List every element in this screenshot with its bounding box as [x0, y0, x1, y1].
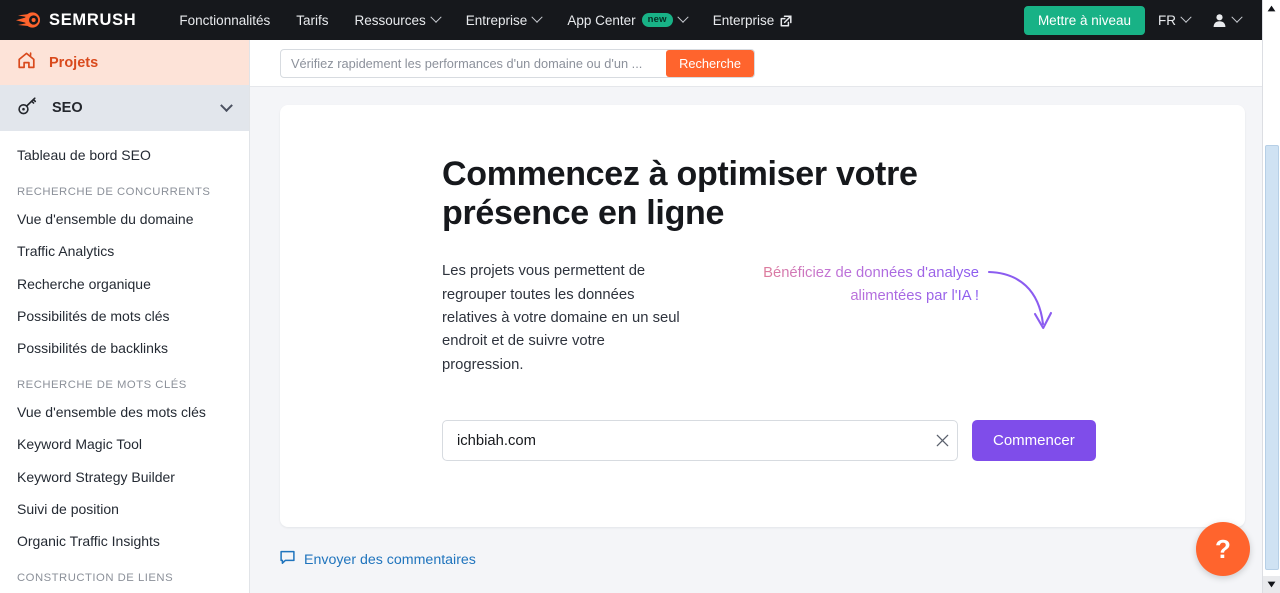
intro-description: Les projets vous permettent de regrouper…	[442, 263, 680, 373]
nav-label: Entreprise	[465, 12, 528, 28]
start-button[interactable]: Commencer	[972, 420, 1096, 462]
vertical-scrollbar[interactable]	[1262, 0, 1280, 593]
sidebar-group-recherche-de-concurrents: RECHERCHE DE CONCURRENTS	[17, 186, 211, 199]
quick-search-bar: Recherche	[250, 40, 1262, 87]
sidebar-item-possibilites-de-mots-cles[interactable]: Possibilités de mots clés	[0, 300, 249, 332]
curved-arrow-icon	[987, 262, 1061, 345]
nav-item-enterprise[interactable]: Enterprise	[700, 0, 806, 40]
intro-columns: Les projets vous permettent de regrouper…	[442, 260, 1122, 377]
sidebar-item-vue-d-ensemble-des-mots-cles[interactable]: Vue d'ensemble des mots clés	[0, 396, 249, 428]
chevron-down-icon	[1180, 11, 1192, 23]
app-root: SEMRUSH Fonctionnalités Tarifs Ressource…	[0, 0, 1280, 593]
nav-item-entreprise[interactable]: Entreprise	[453, 0, 555, 40]
sidebar-item-analyse-de-backlinks[interactable]: Analyse de backlinks	[0, 589, 249, 593]
search-button[interactable]: Recherche	[666, 49, 754, 77]
upgrade-button[interactable]: Mettre à niveau	[1023, 5, 1145, 35]
key-icon	[17, 96, 39, 120]
chevron-down-icon	[430, 11, 442, 23]
sidebar-section-seo[interactable]: SEO	[0, 85, 249, 131]
onboarding-card: Commencez à optimiser votre présence en …	[280, 105, 1245, 527]
sidebar-seo-label: SEO	[52, 100, 83, 116]
semrush-comet-icon	[16, 11, 42, 29]
logo-wordmark: SEMRUSH	[49, 10, 137, 29]
sidebar-item-tableau-de-bord-seo[interactable]: Tableau de bord SEO	[0, 139, 249, 171]
clear-icon[interactable]	[927, 421, 957, 460]
language-selector[interactable]: FR	[1149, 0, 1199, 40]
help-button[interactable]: ?	[1196, 522, 1250, 576]
semrush-logo[interactable]: SEMRUSH	[16, 11, 136, 30]
nav-item-tarifs[interactable]: Tarifs	[283, 0, 341, 40]
sidebar-item-projets[interactable]: Projets	[0, 40, 249, 85]
nav-item-ressources[interactable]: Ressources	[342, 0, 453, 40]
nav-item-app-center[interactable]: App Center new	[554, 0, 699, 40]
top-header: SEMRUSH Fonctionnalités Tarifs Ressource…	[0, 0, 1262, 40]
ai-callout-block: Bénéficiez de données d'analyse alimenté…	[709, 260, 1053, 377]
chevron-down-icon	[531, 11, 543, 23]
scrollbar-thumb[interactable]	[1265, 145, 1279, 570]
nav-label: Tarifs	[296, 12, 329, 28]
header-right-cluster: Mettre à niveau FR	[1023, 0, 1262, 40]
domain-input-box[interactable]	[442, 420, 958, 462]
scroll-down-arrow-icon[interactable]	[1263, 576, 1280, 593]
comment-bubble-icon	[280, 550, 295, 569]
sidebar-item-recherche-organique[interactable]: Recherche organique	[0, 268, 249, 300]
external-link-icon	[780, 15, 792, 27]
sidebar-item-vue-d-ensemble-du-domaine[interactable]: Vue d'ensemble du domaine	[0, 203, 249, 235]
sidebar-item-traffic-analytics[interactable]: Traffic Analytics	[0, 235, 249, 267]
new-badge: new	[641, 13, 673, 27]
sidebar-group-recherche-de-mots-cles: RECHERCHE DE MOTS CLÉS	[17, 379, 187, 392]
sidebar-item-suivi-de-position[interactable]: Suivi de position	[0, 493, 249, 525]
sidebar-item-keyword-strategy-builder[interactable]: Keyword Strategy Builder	[0, 461, 249, 493]
sidebar-item-organic-traffic-insights[interactable]: Organic Traffic Insights	[0, 525, 249, 557]
send-feedback-link[interactable]: Envoyer des commentaires	[280, 550, 476, 569]
sidebar-projets-label: Projets	[49, 54, 99, 71]
ai-callout-text: Bénéficiez de données d'analyse alimenté…	[709, 260, 979, 307]
search-box[interactable]: Recherche	[280, 48, 755, 78]
sidebar-item-possibilites-de-backlinks[interactable]: Possibilités de backlinks	[0, 332, 249, 364]
sidebar-group-construction-de-liens: CONSTRUCTION DE LIENS	[17, 572, 174, 585]
sidebar-menu: Tableau de bord SEO RECHERCHE DE CONCURRE…	[0, 131, 249, 593]
chevron-down-icon	[1231, 11, 1243, 23]
sidebar-item-keyword-magic-tool[interactable]: Keyword Magic Tool	[0, 428, 249, 460]
chevron-down-icon	[220, 98, 233, 112]
sidebar: Projets SEO Tableau de bord SEO RECHERCHE…	[0, 40, 250, 593]
nav-label: Ressources	[354, 12, 426, 28]
feedback-label: Envoyer des commentaires	[304, 551, 476, 568]
main-content: Commencez à optimiser votre présence en …	[250, 87, 1262, 593]
nav-label: Enterprise	[712, 12, 775, 28]
nav-label: Fonctionnalités	[179, 12, 271, 28]
domain-form: Commencer	[442, 420, 1245, 462]
domain-input[interactable]	[443, 421, 927, 461]
primary-nav: Fonctionnalités Tarifs Ressources Entrep…	[166, 0, 805, 40]
scroll-up-arrow-icon[interactable]	[1263, 0, 1280, 17]
page-title: Commencez à optimiser votre présence en …	[442, 155, 918, 233]
chevron-down-icon	[677, 11, 689, 23]
search-input[interactable]	[281, 49, 667, 77]
home-icon	[17, 51, 36, 74]
nav-item-fonctionnalites[interactable]: Fonctionnalités	[166, 0, 283, 40]
avatar-icon	[1212, 13, 1227, 28]
language-label: FR	[1158, 12, 1176, 28]
user-menu[interactable]	[1203, 0, 1250, 40]
nav-label: App Center	[567, 12, 636, 28]
